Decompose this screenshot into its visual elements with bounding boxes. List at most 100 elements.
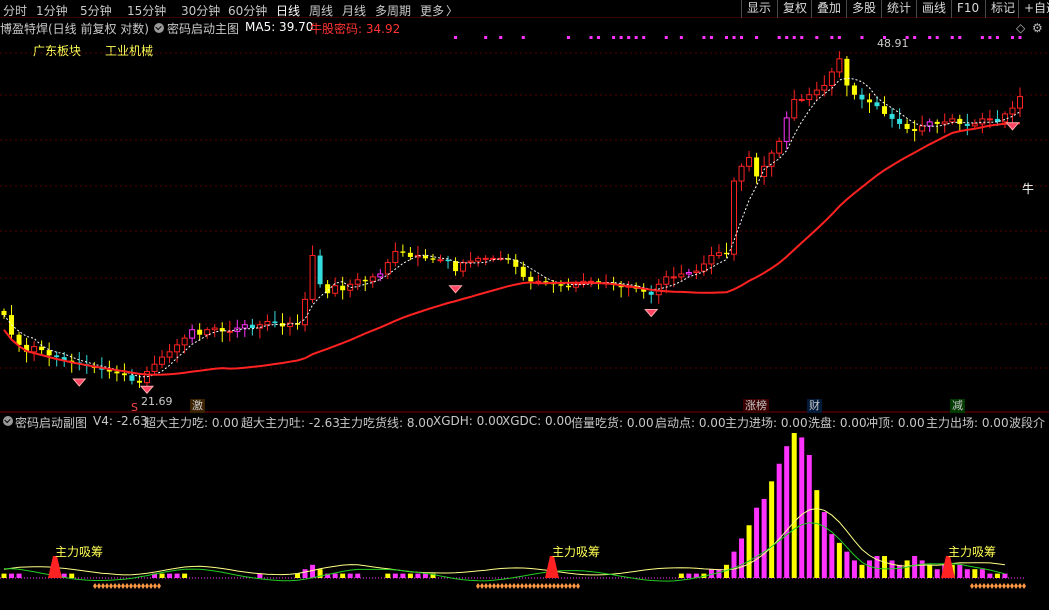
- signal-dot: [958, 36, 962, 39]
- orange-marker: [974, 583, 978, 589]
- orange-marker: [153, 583, 157, 589]
- sub-item-chaoda-tu: 超大主力吐: -2.63: [241, 416, 340, 430]
- event-tag-zhangbang[interactable]: 涨榜: [743, 399, 769, 413]
- signal-dot: [619, 36, 623, 39]
- orange-marker: [496, 583, 500, 589]
- volume-bar: [678, 573, 684, 578]
- candle-body: [648, 291, 654, 295]
- volume-bar: [355, 573, 361, 578]
- volume-bar: [302, 569, 308, 578]
- candle-body: [39, 346, 45, 351]
- orange-marker: [105, 583, 109, 589]
- signal-dot: [860, 36, 864, 39]
- gem-marker: [644, 308, 659, 318]
- candle-body: [309, 255, 316, 300]
- event-tag-ji[interactable]: 激: [190, 399, 205, 413]
- orange-marker: [516, 583, 520, 589]
- candle-body: [859, 94, 865, 100]
- candle-body: [54, 355, 60, 358]
- volume-bar: [866, 560, 872, 578]
- candle-body: [264, 320, 271, 326]
- orange-marker: [117, 583, 121, 589]
- candle-body: [392, 250, 399, 264]
- event-tag-cai[interactable]: 财: [807, 399, 822, 413]
- gem-marker: [139, 385, 155, 394]
- signal-dot: [732, 36, 736, 39]
- candle-body: [558, 284, 564, 286]
- sub-item-xipan: 洗盘: 0.00: [808, 416, 867, 430]
- candle-body: [791, 98, 798, 119]
- event-tag-jian[interactable]: 减: [950, 399, 965, 413]
- orange-marker: [994, 583, 998, 589]
- candle-body: [1, 310, 7, 316]
- candle-body: [836, 58, 843, 73]
- candle-body: [1001, 113, 1008, 123]
- volume-bar: [739, 538, 745, 578]
- candle-body: [813, 89, 820, 96]
- kline-chart[interactable]: [0, 0, 1049, 610]
- signal-dot: [980, 36, 984, 39]
- volume-bar: [994, 573, 1000, 578]
- orange-marker: [97, 583, 101, 589]
- candle-body: [964, 123, 970, 126]
- candle-body: [354, 279, 361, 285]
- volume-bar: [347, 573, 353, 578]
- candle-body: [241, 324, 248, 329]
- candle-body: [821, 84, 828, 91]
- candle-body: [874, 102, 880, 107]
- signal-dot: [484, 36, 488, 39]
- volume-bar: [799, 437, 805, 578]
- candle-body: [761, 165, 768, 177]
- candle-body: [904, 123, 910, 129]
- candle-body: [256, 324, 263, 329]
- candle-body: [700, 263, 707, 272]
- candle-body: [467, 260, 474, 264]
- volume-bar: [912, 556, 918, 578]
- volume-bar: [979, 569, 985, 578]
- candle-body: [670, 276, 677, 279]
- sub-item-qidongdian: 启动点: 0.00: [655, 416, 726, 430]
- volume-bar: [257, 573, 263, 578]
- signal-dot: [612, 36, 616, 39]
- candle-body: [738, 165, 745, 182]
- candle-body: [226, 330, 233, 333]
- orange-marker: [101, 583, 105, 589]
- candle-body: [783, 117, 790, 142]
- candle-body: [889, 113, 895, 119]
- volume-bar: [784, 446, 790, 578]
- volume-bar: [1, 573, 7, 578]
- volume-bar: [754, 507, 760, 578]
- volume-bar: [904, 560, 910, 578]
- orange-marker: [484, 583, 488, 589]
- candle-body: [798, 98, 805, 101]
- candle-body: [189, 329, 196, 339]
- candle-body: [528, 276, 534, 282]
- sub-indicator-name[interactable]: 密码启动副图: [15, 414, 87, 431]
- orange-marker: [998, 583, 1002, 589]
- orange-marker: [109, 583, 113, 589]
- volume-bar: [987, 573, 993, 578]
- volume-bar: [400, 573, 406, 578]
- volume-bar: [882, 556, 888, 578]
- volume-bar: [927, 564, 933, 578]
- orange-marker: [149, 583, 153, 589]
- signal-dot: [589, 36, 593, 39]
- orange-marker: [508, 583, 512, 589]
- candle-body: [490, 257, 497, 260]
- candle-body: [746, 156, 753, 167]
- sub-item-xgdh: XGDH: 0.00: [433, 414, 504, 428]
- gem-signal-markers: [72, 122, 1020, 394]
- candle-body: [979, 118, 986, 125]
- volume-bar: [159, 573, 165, 578]
- volume-bar: [934, 569, 940, 578]
- orange-marker: [1002, 583, 1006, 589]
- orange-marker: [129, 583, 133, 589]
- orange-marker: [1018, 583, 1022, 589]
- volume-bar: [859, 564, 865, 578]
- orange-marker: [500, 583, 504, 589]
- orange-marker: [480, 583, 484, 589]
- orange-marker: [982, 583, 986, 589]
- sub-indicator-dropdown-icon[interactable]: [3, 416, 13, 426]
- candle-body: [407, 252, 413, 257]
- orange-marker: [113, 583, 117, 589]
